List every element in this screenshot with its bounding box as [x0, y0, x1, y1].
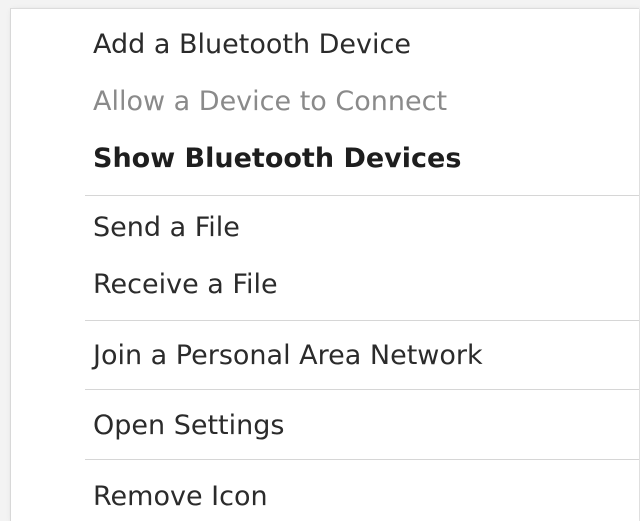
menu-item-send-a-file[interactable]: Send a File — [93, 214, 240, 241]
menu-separator — [85, 195, 639, 196]
menu-item-join-personal-area-network[interactable]: Join a Personal Area Network — [93, 342, 483, 369]
menu-separator — [85, 459, 639, 460]
menu-separator — [85, 389, 639, 390]
menu-item-remove-icon[interactable]: Remove Icon — [93, 483, 268, 510]
menu-separator — [85, 320, 639, 321]
bluetooth-context-menu: Add a Bluetooth Device Allow a Device to… — [10, 8, 639, 521]
menu-item-show-bluetooth-devices[interactable]: Show Bluetooth Devices — [93, 145, 461, 172]
menu-item-add-bluetooth-device[interactable]: Add a Bluetooth Device — [93, 31, 411, 58]
menu-item-receive-a-file[interactable]: Receive a File — [93, 271, 278, 298]
menu-item-allow-device-to-connect: Allow a Device to Connect — [93, 86, 448, 117]
menu-item-open-settings[interactable]: Open Settings — [93, 412, 284, 439]
